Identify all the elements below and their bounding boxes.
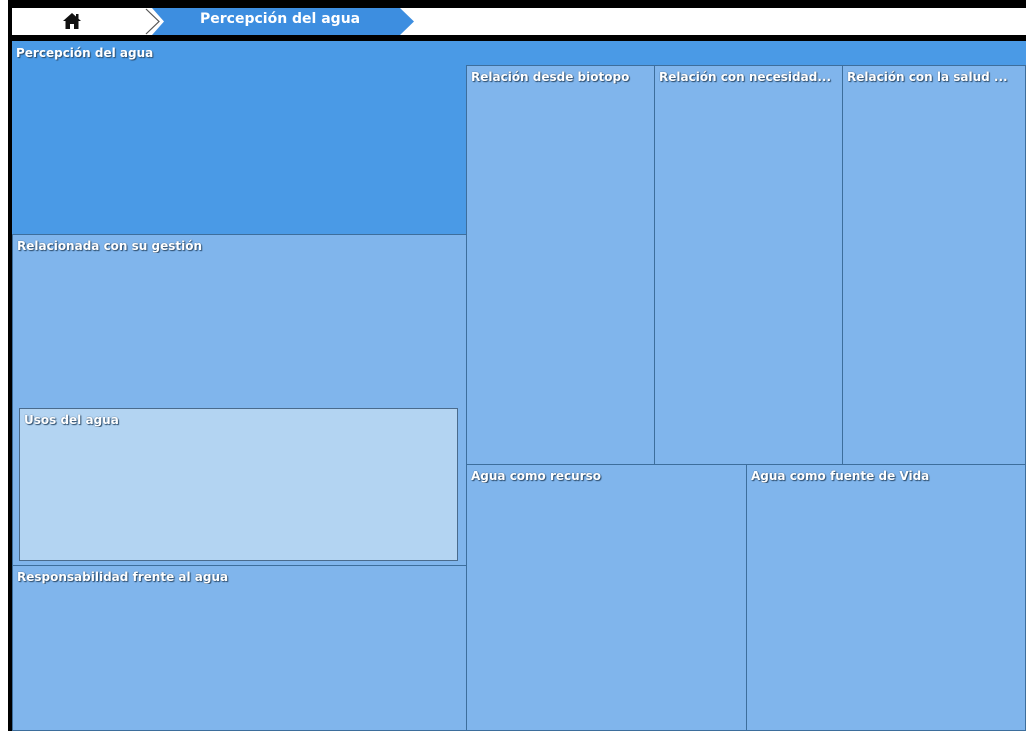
tile-recurso-label: Agua como recurso [471, 469, 601, 483]
tile-usos[interactable]: Usos del agua [19, 408, 458, 561]
tile-necesidad[interactable]: Relación con necesidad... [654, 65, 843, 465]
tile-vida-label: Agua como fuente de Vida [751, 469, 930, 483]
breadcrumb-current-label: Percepción del agua [200, 11, 361, 27]
treemap[interactable]: Percepción del agua Relacionada con su g… [12, 41, 1026, 731]
tile-biotopo[interactable]: Relación desde biotopo [466, 65, 655, 465]
tile-usos-label: Usos del agua [24, 413, 119, 427]
breadcrumb-item-current[interactable]: Percepción del agua [152, 8, 414, 35]
treemap-root-title: Percepción del agua [16, 46, 154, 60]
tile-salud[interactable]: Relación con la salud ... [842, 65, 1026, 465]
home-button[interactable] [12, 8, 142, 35]
tile-responsabilidad[interactable]: Responsabilidad frente al agua [12, 565, 467, 731]
tile-biotopo-label: Relación desde biotopo [471, 70, 630, 84]
tile-vida[interactable]: Agua como fuente de Vida [746, 464, 1026, 731]
breadcrumb: Percepción del agua [12, 8, 1026, 35]
tile-gestion-label: Relacionada con su gestión [17, 239, 203, 253]
home-icon [63, 13, 81, 29]
tile-gestion[interactable]: Relacionada con su gestión Usos del agua [12, 234, 467, 566]
tile-recurso[interactable]: Agua como recurso [466, 464, 747, 731]
tile-responsabilidad-label: Responsabilidad frente al agua [17, 570, 229, 584]
tile-salud-label: Relación con la salud ... [847, 70, 1008, 84]
tile-necesidad-label: Relación con necesidad... [659, 70, 832, 84]
